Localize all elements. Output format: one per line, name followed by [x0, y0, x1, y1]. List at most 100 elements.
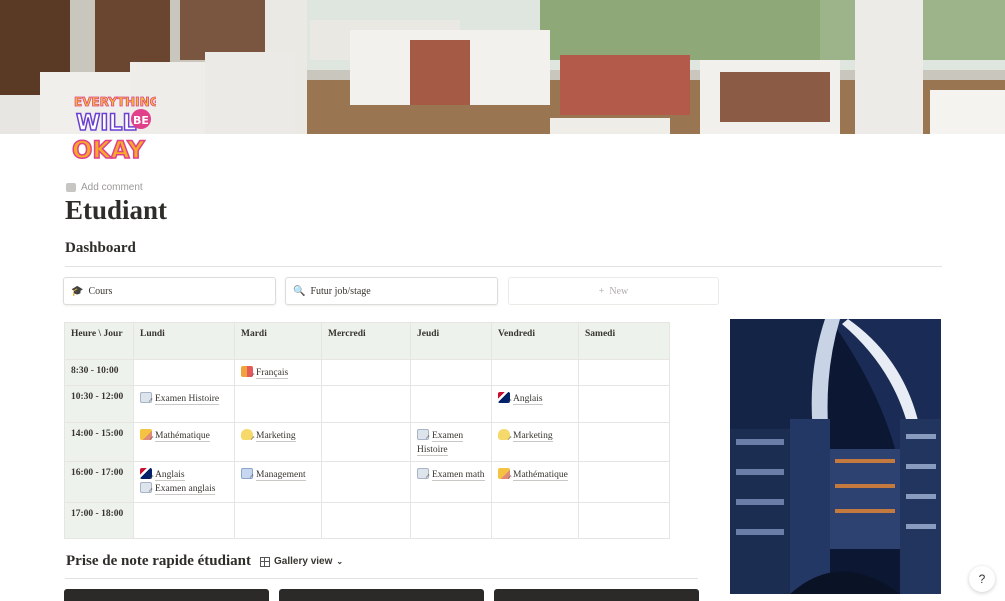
table-row: 16:00 - 17:00 ↗ Anglais ↗ Examen anglais ↗ Man…	[64, 461, 670, 503]
schedule-cell[interactable]	[321, 359, 411, 386]
gallery-card[interactable]	[64, 589, 269, 601]
gallery-heading: Prise de note rapide étudiant	[66, 553, 251, 569]
flag-icon: ↗	[140, 468, 154, 481]
schedule-cell[interactable]	[410, 502, 492, 539]
schedule-cell[interactable]	[578, 359, 670, 386]
column-header[interactable]: Lundi	[133, 322, 235, 360]
gallery-card[interactable]	[494, 589, 699, 601]
futur-job-label: Futur job/stage	[310, 285, 371, 297]
chevron-down-icon: ⌄	[336, 557, 344, 566]
magnifier-icon: 🔍	[293, 285, 306, 297]
link-arrow-icon: ↗	[147, 398, 153, 404]
course-link[interactable]: ↗ Mathématique	[140, 429, 228, 443]
schedule-cell[interactable]	[234, 502, 322, 539]
gallery-card[interactable]	[279, 589, 484, 601]
course-link[interactable]: ↗ Marketing	[498, 429, 572, 443]
hour-cell[interactable]: 17:00 - 18:00	[64, 502, 134, 539]
course-link[interactable]: ↗ Anglais	[498, 392, 572, 406]
doc-icon: ↗	[417, 468, 430, 480]
cours-button[interactable]: 🎓 Cours	[63, 277, 276, 305]
cours-label: Cours	[88, 285, 113, 297]
add-comment-button[interactable]: Add comment	[66, 182, 143, 193]
flag-icon: ↗	[498, 392, 512, 405]
mgmt-icon: ↗	[241, 468, 254, 480]
column-header[interactable]: Vendredi	[491, 322, 579, 360]
schedule-cell[interactable]	[578, 502, 670, 539]
schedule-cell[interactable]	[321, 461, 411, 503]
schedule-cell[interactable]: ↗ Anglais ↗ Examen anglais	[133, 461, 235, 503]
schedule-cell[interactable]	[491, 502, 579, 539]
schedule-cell[interactable]: ↗ Examen Histoire	[133, 385, 235, 423]
new-label: New	[609, 285, 629, 297]
column-header[interactable]: Mardi	[234, 322, 322, 360]
column-header[interactable]: Heure \ Jour	[64, 322, 134, 360]
schedule-cell[interactable]: ↗ Examen Histoire	[410, 422, 492, 462]
course-link[interactable]: ↗ Français	[241, 366, 315, 380]
pencil-icon: ↗	[498, 468, 512, 481]
course-link[interactable]: ↗ Marketing	[241, 429, 315, 443]
schedule-cell[interactable]: ↗ Mathématique	[133, 422, 235, 462]
course-label: Examen anglais	[155, 484, 216, 495]
schedule-cell[interactable]: ↗ Marketing	[234, 422, 322, 462]
gallery-view-dropdown[interactable]: Gallery view ⌄	[260, 556, 343, 567]
page-title[interactable]: Etudiant	[65, 195, 167, 226]
link-arrow-icon: ↗	[249, 436, 255, 442]
grid-icon	[260, 556, 270, 567]
schedule-cell[interactable]	[578, 461, 670, 503]
course-label: Mathématique	[155, 431, 210, 442]
course-label: Examen math	[432, 470, 485, 481]
schedule-cell[interactable]	[321, 502, 411, 539]
table-row: 17:00 - 18:00	[64, 502, 670, 539]
course-link[interactable]: ↗ Examen Histoire	[417, 429, 485, 457]
course-link[interactable]: ↗ Examen anglais	[140, 482, 228, 496]
hour-cell[interactable]: 16:00 - 17:00	[64, 461, 134, 503]
course-label: Examen Histoire	[155, 394, 220, 405]
course-label: Marketing	[256, 431, 296, 442]
hour-cell[interactable]: 10:30 - 12:00	[64, 385, 134, 423]
schedule-cell[interactable]	[321, 385, 411, 423]
schedule-cell[interactable]: ↗ Mathématique	[491, 461, 579, 503]
schedule-cell[interactable]	[133, 359, 235, 386]
course-link[interactable]: ↗ Mathématique	[498, 468, 572, 482]
schedule-cell[interactable]: ↗ Examen math	[410, 461, 492, 503]
course-label: Management	[256, 470, 306, 481]
course-label: Anglais	[513, 394, 543, 405]
schedule-cell[interactable]	[491, 359, 579, 386]
schedule-cell[interactable]	[234, 385, 322, 423]
bulb-icon: ↗	[498, 429, 512, 442]
schedule-cell[interactable]	[410, 359, 492, 386]
help-button[interactable]: ?	[969, 566, 995, 592]
column-header[interactable]: Mercredi	[321, 322, 411, 360]
course-link[interactable]: ↗ Examen math	[417, 468, 485, 482]
column-header[interactable]: Samedi	[578, 322, 670, 360]
schedule-cell[interactable]: ↗ Management	[234, 461, 322, 503]
schedule-cell[interactable]: ↗ Marketing	[491, 422, 579, 462]
schedule-cell[interactable]	[578, 385, 670, 423]
column-header[interactable]: Jeudi	[410, 322, 492, 360]
table-row: 8:30 - 10:00 ↗ Français	[64, 359, 670, 386]
link-arrow-icon: ↗	[249, 373, 255, 379]
futur-job-button[interactable]: 🔍 Futur job/stage	[285, 277, 498, 305]
schedule-cell[interactable]	[321, 422, 411, 462]
course-link[interactable]: ↗ Anglais	[140, 468, 228, 482]
schedule-table: Heure \ Jour Lundi Mardi Mercredi Jeudi Vendr…	[64, 322, 670, 539]
link-arrow-icon: ↗	[148, 436, 154, 442]
table-row: 10:30 - 12:00 ↗ Examen Histoire ↗ Anglais	[64, 385, 670, 423]
hour-cell[interactable]: 14:00 - 15:00	[64, 422, 134, 462]
page-icon-sticker[interactable]: EVERYTHING WILL BE OKAY	[70, 88, 160, 168]
schedule-cell[interactable]	[578, 422, 670, 462]
help-label: ?	[978, 572, 986, 586]
course-link[interactable]: ↗ Management	[241, 468, 315, 482]
course-link[interactable]: ↗ Examen Histoire	[140, 392, 228, 406]
schedule-header-row: Heure \ Jour Lundi Mardi Mercredi Jeudi Vendr…	[64, 322, 670, 360]
doc-icon: ↗	[140, 482, 153, 494]
new-button[interactable]: + New	[508, 277, 719, 305]
hour-cell[interactable]: 8:30 - 10:00	[64, 359, 134, 386]
course-label: Marketing	[513, 431, 553, 442]
schedule-cell[interactable]	[410, 385, 492, 423]
schedule-cell[interactable]	[133, 502, 235, 539]
schedule-cell[interactable]: ↗ Anglais	[491, 385, 579, 423]
schedule-cell[interactable]: ↗ Français	[234, 359, 322, 386]
graduation-cap-icon: 🎓	[71, 285, 84, 297]
dashboard-heading: Dashboard	[65, 240, 136, 256]
